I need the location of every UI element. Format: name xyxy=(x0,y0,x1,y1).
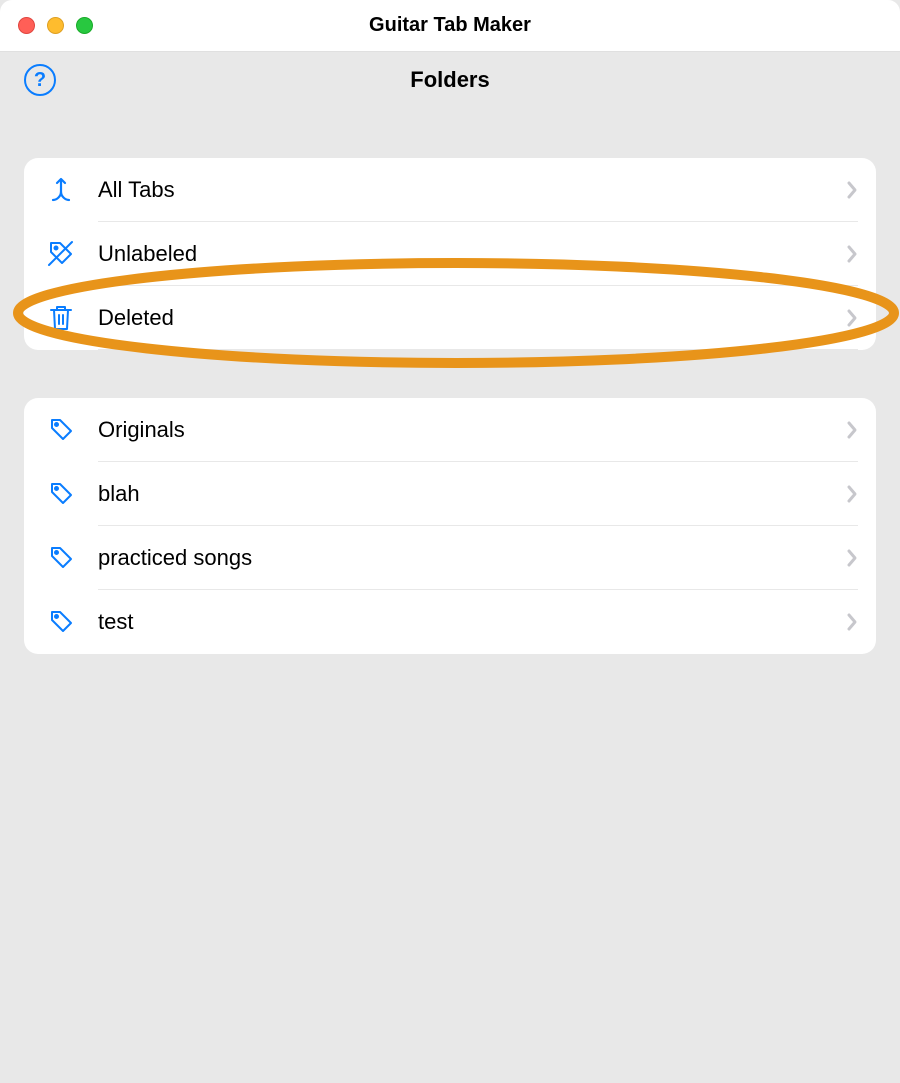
traffic-lights xyxy=(18,17,93,34)
system-folders-group: All Tabs xyxy=(24,158,876,350)
content: All Tabs xyxy=(0,108,900,654)
folder-label: Deleted xyxy=(98,305,846,331)
chevron-right-icon xyxy=(846,308,858,328)
tag-icon xyxy=(46,479,76,509)
chevron-right-icon xyxy=(846,180,858,200)
page-header: ? Folders xyxy=(0,52,900,108)
folder-row-test[interactable]: test xyxy=(24,590,876,654)
chevron-right-icon xyxy=(846,420,858,440)
folder-row-blah[interactable]: blah xyxy=(24,462,876,526)
tag-icon xyxy=(46,415,76,445)
chevron-right-icon xyxy=(846,484,858,504)
page-title: Folders xyxy=(410,67,489,93)
folder-row-all-tabs[interactable]: All Tabs xyxy=(24,158,876,222)
help-button[interactable]: ? xyxy=(24,64,56,96)
folder-row-originals[interactable]: Originals xyxy=(24,398,876,462)
help-icon: ? xyxy=(34,69,46,92)
tag-icon xyxy=(46,543,76,573)
folder-row-unlabeled[interactable]: Unlabeled xyxy=(24,222,876,286)
folder-label: practiced songs xyxy=(98,545,846,571)
folder-row-deleted[interactable]: Deleted xyxy=(24,286,876,350)
tag-icon xyxy=(46,607,76,637)
app-window: Guitar Tab Maker ? Folders xyxy=(0,0,900,1083)
chevron-right-icon xyxy=(846,548,858,568)
chevron-right-icon xyxy=(846,244,858,264)
user-folders-group: Originals blah xyxy=(24,398,876,654)
chevron-right-icon xyxy=(846,612,858,632)
window-zoom-button[interactable] xyxy=(76,17,93,34)
folder-label: blah xyxy=(98,481,846,507)
folder-label: test xyxy=(98,609,846,635)
folder-label: All Tabs xyxy=(98,177,846,203)
window-minimize-button[interactable] xyxy=(47,17,64,34)
folder-label: Unlabeled xyxy=(98,241,846,267)
window-close-button[interactable] xyxy=(18,17,35,34)
folder-label: Originals xyxy=(98,417,846,443)
folder-row-practiced-songs[interactable]: practiced songs xyxy=(24,526,876,590)
trash-icon xyxy=(46,303,76,333)
tag-off-icon xyxy=(46,239,76,269)
window-title: Guitar Tab Maker xyxy=(369,14,531,37)
merge-icon xyxy=(46,175,76,205)
titlebar: Guitar Tab Maker xyxy=(0,0,900,52)
